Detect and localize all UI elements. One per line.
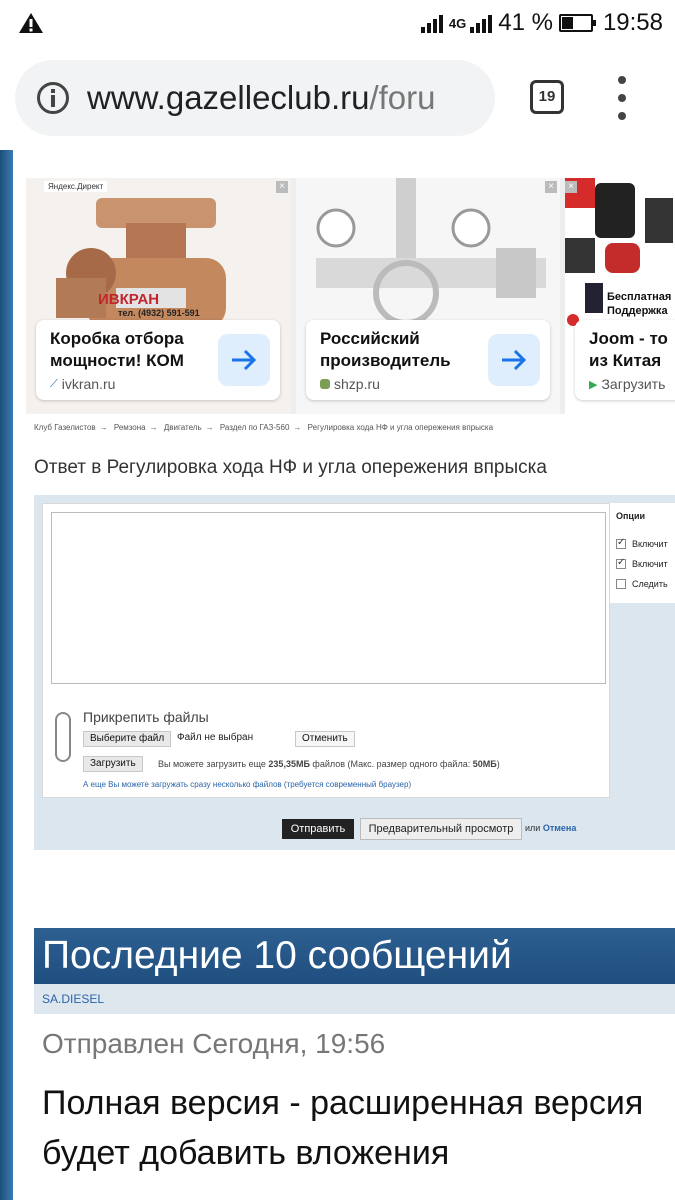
url-domain: www.gazelleclub.ru [87, 79, 370, 116]
message-textarea[interactable] [51, 512, 606, 684]
option-enable-2[interactable]: Включит [616, 557, 668, 569]
paperclip-icon [55, 712, 71, 762]
ad-card-body[interactable]: Коробка отбора мощности! КОМ ⟋ ivkran.ru [36, 320, 280, 400]
editor-box: Прикрепить файлы Выберите файл Файл не в… [42, 503, 610, 798]
ad-domain-3: ▶ Загрузить [589, 376, 666, 392]
arrow-right-icon[interactable] [218, 334, 270, 386]
no-file-text: Файл не выбран [177, 732, 254, 743]
ad-close-icon-2[interactable]: × [545, 181, 557, 193]
option-follow[interactable]: Следить [616, 579, 668, 589]
cancel-link[interactable]: Отмена [543, 823, 577, 833]
options-header: Опции [616, 511, 646, 521]
ad-card-3[interactable]: Бесплатная Поддержка × Joom - то из Кита… [565, 178, 675, 414]
breadcrumb-item[interactable]: Двигатель [164, 423, 202, 432]
post-date: Отправлен Сегодня, 19:56 [42, 1028, 386, 1059]
warning-icon [19, 13, 43, 33]
ad-provider-label: Яндекс.Директ [44, 181, 108, 192]
send-button[interactable]: Отправить [282, 819, 354, 839]
checkbox[interactable] [616, 537, 626, 549]
ivkran-icon: ⟋ [50, 377, 58, 390]
battery-icon [558, 14, 596, 32]
ad-close-icon-3[interactable]: × [565, 181, 577, 193]
multi-upload-link[interactable]: А еще Вы можете загружать сразу нескольк… [83, 780, 411, 789]
ad-title-3: Joom - то из Китая [589, 329, 668, 370]
ad-card-1[interactable]: Яндекс.Директ × ИВКРАН тел. (4932) 591-5… [26, 178, 291, 414]
attach-files-label: Прикрепить файлы [83, 709, 209, 725]
breadcrumb-item[interactable]: Регулировка хода НФ и угла опережения вп… [308, 423, 493, 432]
address-bar[interactable]: www.gazelleclub.ru/foru [15, 60, 495, 136]
status-indicators: 4G 41 % 19:58 [420, 9, 663, 37]
ad-domain: ⟋ ivkran.ru [50, 376, 116, 392]
upload-quota-text: Вы можете загрузить еще 235,35МБ файлов … [158, 759, 500, 769]
checkbox[interactable] [616, 557, 626, 569]
signal-icon-2 [470, 13, 493, 33]
breadcrumb: Клуб Газелистов → Ремзона → Двигатель → Раз… [34, 423, 494, 432]
ad-brand: ИВКРАН [98, 291, 160, 308]
checkbox[interactable] [616, 579, 626, 589]
ad-card-2[interactable]: × Российский производитель shzp.ru [296, 178, 560, 414]
cancel-attach-button[interactable]: Отменить [295, 731, 355, 747]
battery-fill [561, 17, 573, 29]
ad-card-body-3[interactable]: Joom - то из Китая ▶ Загрузить [575, 320, 675, 400]
ad-close-icon[interactable]: × [276, 181, 288, 193]
ad-domain-2: shzp.ru [320, 376, 380, 392]
network-type: 4G [448, 15, 467, 31]
status-bar: 4G 41 % 19:58 [0, 0, 675, 46]
or-cancel: или Отмена [525, 823, 577, 833]
submit-bar: Отправить Предварительный просмотр или О… [34, 805, 675, 850]
options-panel: Опции Включит Включит Следить [610, 503, 675, 603]
browser-toolbar: www.gazelleclub.ru/foru 19 [0, 46, 675, 150]
arrow-right-icon-2[interactable] [488, 334, 540, 386]
info-icon[interactable] [37, 82, 69, 114]
choose-file-button[interactable]: Выберите файл [83, 731, 172, 747]
url-path: /foru [369, 79, 436, 116]
post-text: Полная версия - расширенная версия будет… [42, 1084, 644, 1172]
shzp-icon [320, 379, 330, 389]
option-enable-1[interactable]: Включит [616, 537, 668, 549]
post-author[interactable]: SA.DIESEL [34, 984, 675, 1014]
overflow-menu-icon[interactable] [614, 76, 630, 120]
breadcrumb-item[interactable]: Раздел по ГАЗ-560 [220, 423, 290, 432]
reply-editor: Прикрепить файлы Выберите файл Файл не в… [34, 495, 675, 850]
preview-button[interactable]: Предварительный просмотр [360, 818, 522, 840]
ad-card-body-2[interactable]: Российский производитель shzp.ru [306, 320, 550, 400]
web-page: Яндекс.Директ × ИВКРАН тел. (4932) 591-5… [0, 150, 675, 1200]
ad-carousel: Яндекс.Директ × ИВКРАН тел. (4932) 591-5… [26, 178, 675, 414]
ad-title: Коробка отбора мощности! КОМ [50, 329, 184, 370]
play-icon: ▶ [589, 378, 598, 391]
left-edge-bar [0, 150, 13, 1200]
upload-button[interactable]: Загрузить [83, 756, 143, 772]
breadcrumb-item[interactable]: Клуб Газелистов [34, 423, 96, 432]
page-title: Ответ в Регулировка хода НФ и угла опере… [34, 457, 547, 478]
url-text[interactable]: www.gazelleclub.ru/foru [87, 79, 436, 117]
ad-overlay-text: Бесплатная Поддержка [607, 291, 672, 317]
breadcrumb-item[interactable]: Ремзона [114, 423, 146, 432]
signal-icon [420, 13, 443, 33]
battery-percent: 41 % [498, 9, 553, 36]
clock: 19:58 [602, 9, 663, 36]
ad-phone: тел. (4932) 591-591 [118, 308, 200, 318]
ad-title-2: Российский производитель [320, 329, 451, 370]
last-messages-heading: Последние 10 сообщений [34, 928, 675, 984]
tab-switcher-button[interactable]: 19 [530, 80, 564, 114]
